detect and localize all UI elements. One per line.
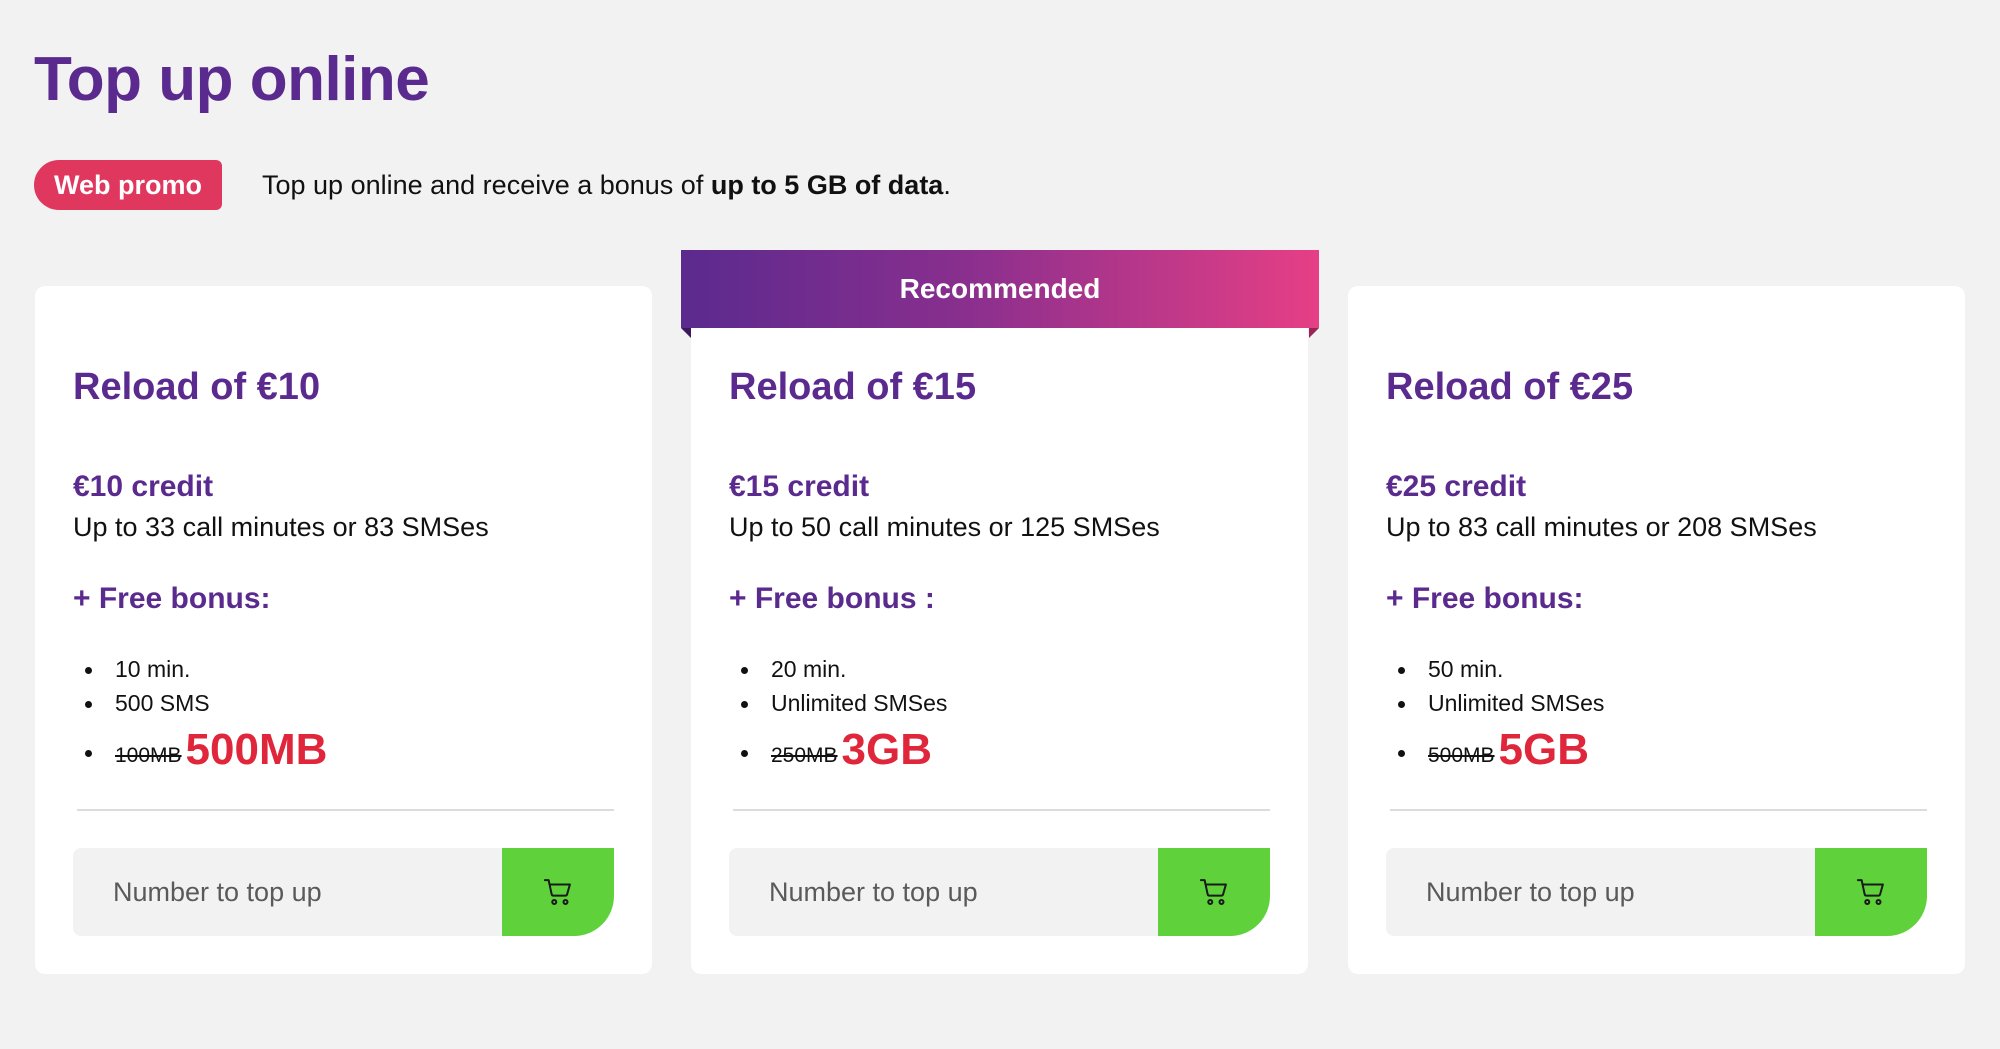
old-data-amount: 500MB [1428, 744, 1495, 767]
credit-description: Up to 33 call minutes or 83 SMSes [73, 512, 489, 542]
promo-text-bold: up to 5 GB of data [710, 169, 944, 200]
bonus-item: Unlimited SMSes [729, 686, 947, 720]
divider [77, 809, 614, 811]
credit-description: Up to 83 call minutes or 208 SMSes [1386, 512, 1817, 542]
cart-icon [1856, 879, 1884, 905]
topup-form [1386, 848, 1927, 936]
credit-amount: €10 credit [73, 470, 214, 503]
bonus-title: + Free bonus: [73, 582, 271, 615]
bonus-item: 50 min. [1386, 652, 1604, 686]
divider [1390, 809, 1927, 811]
promo-text-prefix: Top up online and receive a bonus of [262, 169, 711, 200]
bonus-item-data: 100MB500MB [73, 722, 327, 778]
recommended-ribbon: Recommended [681, 250, 1319, 328]
new-data-amount: 5GB [1498, 725, 1590, 774]
number-input[interactable] [73, 848, 502, 936]
promo-row: Web promo Top up online and receive a bo… [34, 160, 951, 210]
card-title: Reload of €10 [73, 366, 321, 408]
credit-description: Up to 50 call minutes or 125 SMSes [729, 512, 1160, 542]
add-to-cart-button[interactable] [502, 848, 614, 936]
cart-icon [1199, 879, 1227, 905]
bonus-item: 10 min. [73, 652, 327, 686]
new-data-amount: 3GB [841, 725, 933, 774]
page: Top up online Web promo Top up online an… [0, 0, 2000, 1049]
page-title: Top up online [34, 45, 430, 114]
bonus-item-data: 500MB5GB [1386, 722, 1604, 778]
add-to-cart-button[interactable] [1158, 848, 1270, 936]
bonus-item: 500 SMS [73, 686, 327, 720]
bonus-item-data: 250MB3GB [729, 722, 947, 778]
number-input[interactable] [1386, 848, 1815, 936]
bonus-item: 20 min. [729, 652, 947, 686]
ribbon-fold [681, 328, 691, 338]
bonus-title: + Free bonus: [1386, 582, 1584, 615]
ribbon-fold [1309, 328, 1319, 338]
number-input[interactable] [729, 848, 1158, 936]
reload-card-25: Reload of €25 €25 credit Up to 83 call m… [1348, 286, 1965, 974]
bonus-list: 20 min. Unlimited SMSes 250MB3GB [729, 652, 947, 778]
credit-amount: €25 credit [1386, 470, 1527, 503]
bonus-item: Unlimited SMSes [1386, 686, 1604, 720]
promo-text: Top up online and receive a bonus of up … [262, 170, 951, 201]
old-data-amount: 100MB [115, 744, 182, 767]
topup-form [73, 848, 614, 936]
divider [733, 809, 1270, 811]
cart-icon [543, 879, 571, 905]
card-title: Reload of €25 [1386, 366, 1634, 408]
reload-card-15: Reload of €15 €15 credit Up to 50 call m… [691, 286, 1308, 974]
bonus-list: 50 min. Unlimited SMSes 500MB5GB [1386, 652, 1604, 778]
card-title: Reload of €15 [729, 366, 977, 408]
promo-text-suffix: . [943, 169, 951, 200]
bonus-list: 10 min. 500 SMS 100MB500MB [73, 652, 327, 778]
bonus-title: + Free bonus : [729, 582, 935, 615]
old-data-amount: 250MB [771, 744, 838, 767]
topup-form [729, 848, 1270, 936]
reload-card-10: Reload of €10 €10 credit Up to 33 call m… [35, 286, 652, 974]
credit-amount: €15 credit [729, 470, 870, 503]
web-promo-badge: Web promo [34, 160, 222, 210]
new-data-amount: 500MB [185, 725, 328, 774]
add-to-cart-button[interactable] [1815, 848, 1927, 936]
